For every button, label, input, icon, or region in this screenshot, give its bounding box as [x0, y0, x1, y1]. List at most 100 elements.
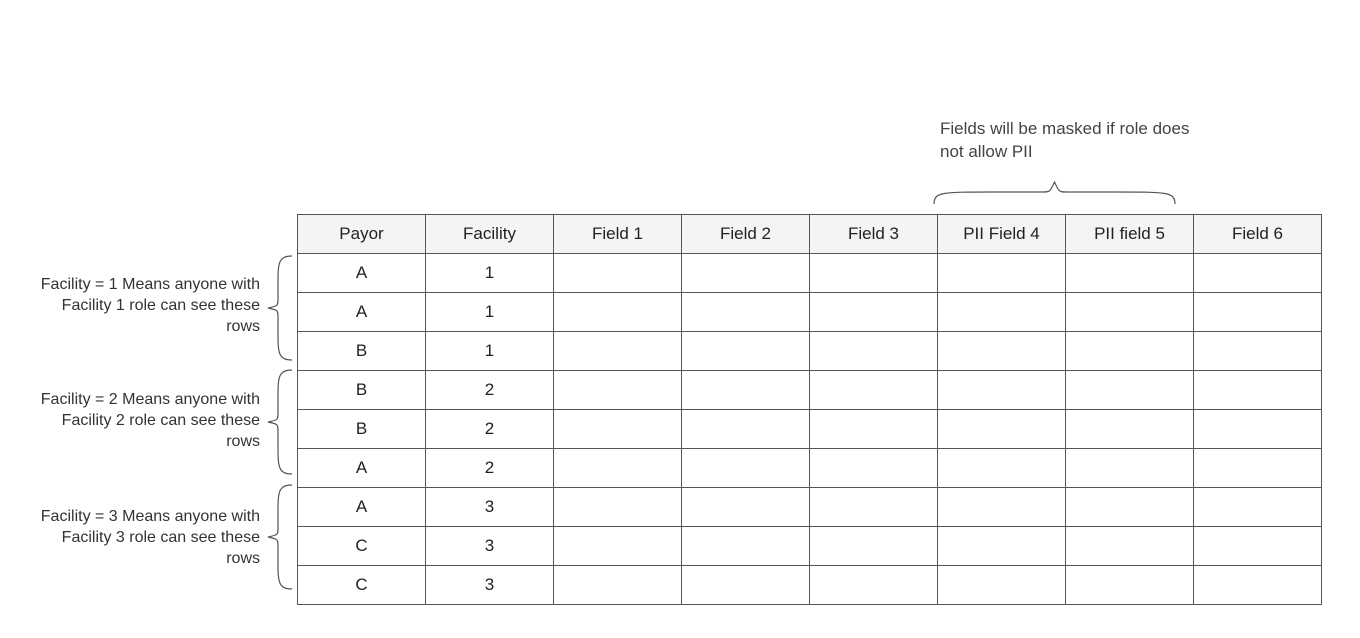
table-row: C 3 — [298, 527, 1322, 566]
cell-empty — [1066, 449, 1194, 488]
cell-empty — [810, 410, 938, 449]
cell-empty — [810, 371, 938, 410]
facility-3-note: Facility = 3 Means anyone with Facility … — [30, 507, 260, 569]
col-field1: Field 1 — [554, 215, 682, 254]
cell-empty — [810, 488, 938, 527]
table-row: A 3 — [298, 488, 1322, 527]
col-pii5: PII field 5 — [1066, 215, 1194, 254]
col-field6: Field 6 — [1194, 215, 1322, 254]
table-row: A 1 — [298, 293, 1322, 332]
cell-empty — [810, 254, 938, 293]
cell-empty — [1066, 371, 1194, 410]
cell-empty — [1066, 566, 1194, 605]
cell-empty — [1066, 488, 1194, 527]
cell-empty — [554, 410, 682, 449]
brace-top-pii — [932, 178, 1177, 206]
data-table-wrapper: Payor Facility Field 1 Field 2 Field 3 P… — [297, 214, 1322, 605]
cell-empty — [938, 449, 1066, 488]
brace-left-group2 — [265, 368, 295, 476]
cell-empty — [682, 527, 810, 566]
cell-empty — [1194, 449, 1322, 488]
table-row: B 1 — [298, 332, 1322, 371]
cell-empty — [682, 410, 810, 449]
cell-empty — [682, 488, 810, 527]
cell-empty — [1194, 293, 1322, 332]
cell-facility: 2 — [426, 371, 554, 410]
cell-facility: 1 — [426, 254, 554, 293]
cell-payor: C — [298, 527, 426, 566]
cell-payor: B — [298, 371, 426, 410]
cell-empty — [938, 254, 1066, 293]
cell-facility: 3 — [426, 488, 554, 527]
cell-empty — [810, 566, 938, 605]
col-field3: Field 3 — [810, 215, 938, 254]
cell-empty — [1194, 488, 1322, 527]
facility-2-note: Facility = 2 Means anyone with Facility … — [30, 390, 260, 452]
cell-empty — [810, 449, 938, 488]
table-row: C 3 — [298, 566, 1322, 605]
cell-facility: 3 — [426, 527, 554, 566]
cell-empty — [938, 566, 1066, 605]
cell-empty — [1066, 332, 1194, 371]
cell-empty — [1194, 410, 1322, 449]
table-header-row: Payor Facility Field 1 Field 2 Field 3 P… — [298, 215, 1322, 254]
cell-facility: 1 — [426, 293, 554, 332]
cell-empty — [554, 293, 682, 332]
brace-left-group1 — [265, 254, 295, 362]
col-pii4: PII Field 4 — [938, 215, 1066, 254]
cell-payor: A — [298, 488, 426, 527]
cell-empty — [1066, 527, 1194, 566]
cell-facility: 2 — [426, 449, 554, 488]
cell-empty — [1194, 332, 1322, 371]
table-row: B 2 — [298, 410, 1322, 449]
cell-empty — [1066, 254, 1194, 293]
cell-facility: 3 — [426, 566, 554, 605]
cell-empty — [682, 566, 810, 605]
cell-facility: 1 — [426, 332, 554, 371]
pii-mask-note: Fields will be masked if role does not a… — [940, 118, 1200, 164]
cell-empty — [810, 293, 938, 332]
cell-empty — [810, 527, 938, 566]
cell-empty — [938, 371, 1066, 410]
cell-payor: A — [298, 254, 426, 293]
cell-empty — [554, 527, 682, 566]
cell-empty — [810, 332, 938, 371]
cell-empty — [554, 488, 682, 527]
cell-empty — [554, 371, 682, 410]
table-row: A 1 — [298, 254, 1322, 293]
cell-payor: A — [298, 449, 426, 488]
cell-empty — [938, 410, 1066, 449]
col-facility: Facility — [426, 215, 554, 254]
cell-empty — [682, 371, 810, 410]
cell-payor: B — [298, 410, 426, 449]
cell-empty — [1194, 371, 1322, 410]
cell-empty — [1066, 293, 1194, 332]
col-payor: Payor — [298, 215, 426, 254]
cell-empty — [682, 332, 810, 371]
col-field2: Field 2 — [682, 215, 810, 254]
cell-empty — [1194, 254, 1322, 293]
cell-payor: B — [298, 332, 426, 371]
cell-empty — [938, 293, 1066, 332]
cell-empty — [554, 254, 682, 293]
cell-empty — [682, 254, 810, 293]
cell-empty — [938, 527, 1066, 566]
cell-empty — [938, 488, 1066, 527]
cell-empty — [554, 566, 682, 605]
cell-empty — [554, 449, 682, 488]
cell-empty — [938, 332, 1066, 371]
cell-empty — [1194, 566, 1322, 605]
cell-empty — [1066, 410, 1194, 449]
cell-empty — [682, 293, 810, 332]
data-table: Payor Facility Field 1 Field 2 Field 3 P… — [297, 214, 1322, 605]
cell-payor: C — [298, 566, 426, 605]
cell-payor: A — [298, 293, 426, 332]
facility-1-note: Facility = 1 Means anyone with Facility … — [30, 275, 260, 337]
cell-facility: 2 — [426, 410, 554, 449]
brace-left-group3 — [265, 483, 295, 591]
table-row: B 2 — [298, 371, 1322, 410]
table-row: A 2 — [298, 449, 1322, 488]
cell-empty — [1194, 527, 1322, 566]
cell-empty — [682, 449, 810, 488]
cell-empty — [554, 332, 682, 371]
